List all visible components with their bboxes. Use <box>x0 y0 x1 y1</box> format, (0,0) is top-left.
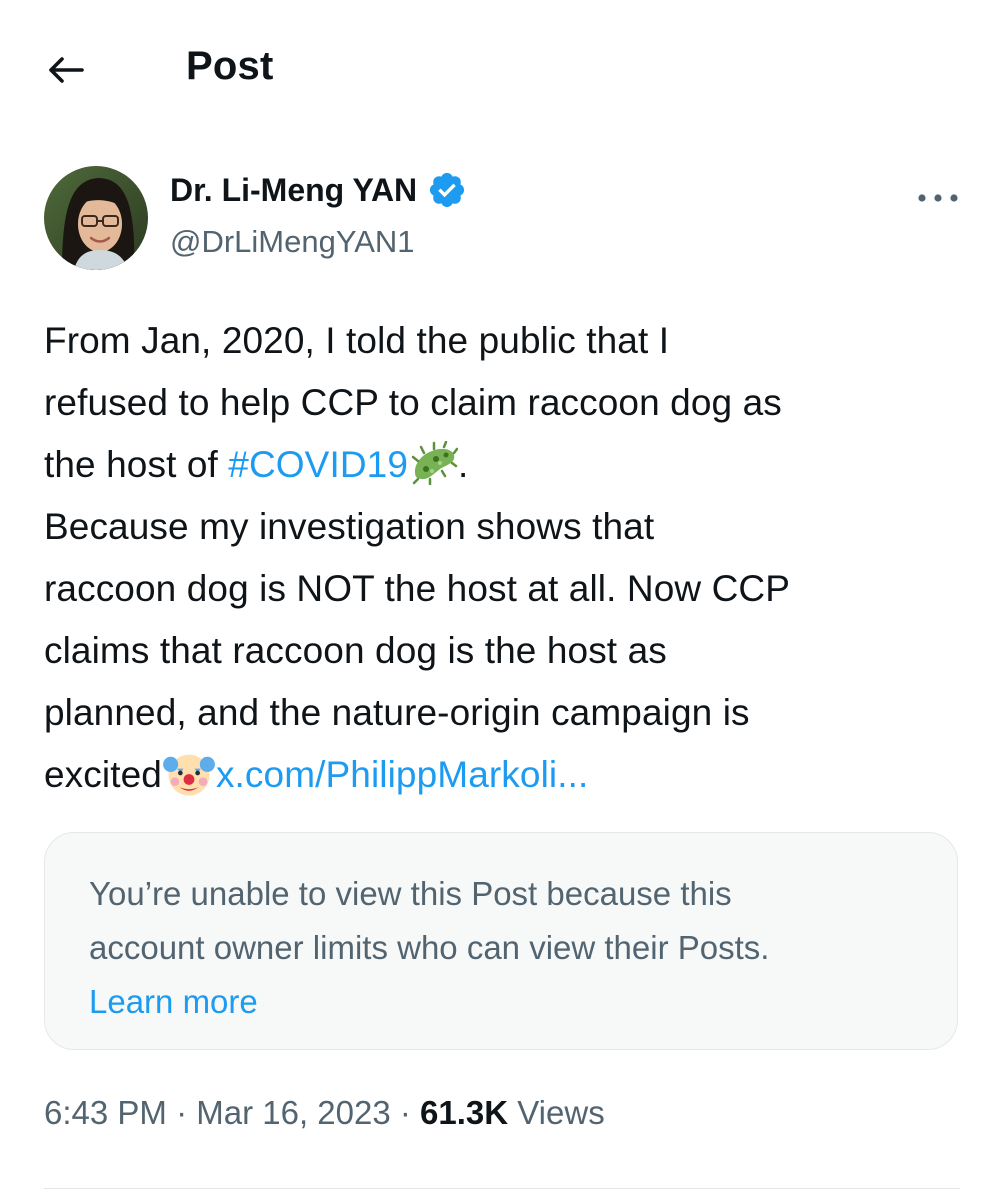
avatar-photo <box>44 166 148 270</box>
divider <box>44 1188 960 1189</box>
post-text-line: claims that raccoon dog is the host as <box>44 630 667 671</box>
views-label: Views <box>508 1094 605 1131</box>
views-count: 61.3K <box>420 1094 509 1131</box>
post-text: From Jan, 2020, I told the public that I… <box>44 310 964 806</box>
clown-face-emoji <box>163 754 215 796</box>
external-link[interactable]: x.com/PhilippMarkoli... <box>216 754 588 795</box>
hashtag-link[interactable]: #COVID19 <box>228 444 408 485</box>
page-title: Post <box>186 44 274 88</box>
post-metadata: 6:43 PM · Mar 16, 2023 · 61.3K Views <box>44 1094 605 1132</box>
quoted-post-notice: You’re unable to view this Post because … <box>89 867 929 1029</box>
arrow-left-icon <box>49 57 84 83</box>
post-time[interactable]: 6:43 PM <box>44 1094 167 1131</box>
more-button[interactable] <box>912 180 964 216</box>
back-button[interactable] <box>40 44 92 96</box>
avatar[interactable] <box>44 166 148 270</box>
author-handle[interactable]: @DrLiMengYAN1 <box>170 224 415 260</box>
microbe-emoji <box>411 441 458 485</box>
post-date[interactable]: Mar 16, 2023 <box>196 1094 390 1131</box>
post-text-line: From Jan, 2020, I told the public that I <box>44 320 670 361</box>
author-row: Dr. Li-Meng YAN <box>170 170 467 210</box>
quoted-post-card[interactable]: You’re unable to view this Post because … <box>44 832 958 1050</box>
meta-separator: · <box>166 1094 197 1131</box>
post-text-segment: the host of <box>44 444 229 485</box>
post-text-line: the host of #COVID19 . <box>44 434 964 496</box>
verified-badge-icon[interactable] <box>427 170 467 210</box>
meta-separator: · <box>390 1094 421 1131</box>
post-text-line: planned, and the nature-origin campaign … <box>44 692 750 733</box>
post-text-segment: . <box>458 444 469 485</box>
notice-line: account owner limits who can view their … <box>89 929 770 966</box>
top-bar: Post <box>0 0 1004 140</box>
post-text-line: refused to help CCP to claim raccoon dog… <box>44 382 782 423</box>
notice-line: You’re unable to view this Post because … <box>89 875 732 912</box>
author-name[interactable]: Dr. Li-Meng YAN <box>170 172 417 209</box>
post-text-line: excited x.com/PhilippMarkoli... <box>44 744 964 806</box>
post-text-line: Because my investigation shows that <box>44 506 655 547</box>
more-dots-icon <box>918 194 958 202</box>
post-text-segment: excited <box>44 754 162 795</box>
learn-more-link[interactable]: Learn more <box>89 975 929 1029</box>
post-text-line: raccoon dog is NOT the host at all. Now … <box>44 568 790 609</box>
